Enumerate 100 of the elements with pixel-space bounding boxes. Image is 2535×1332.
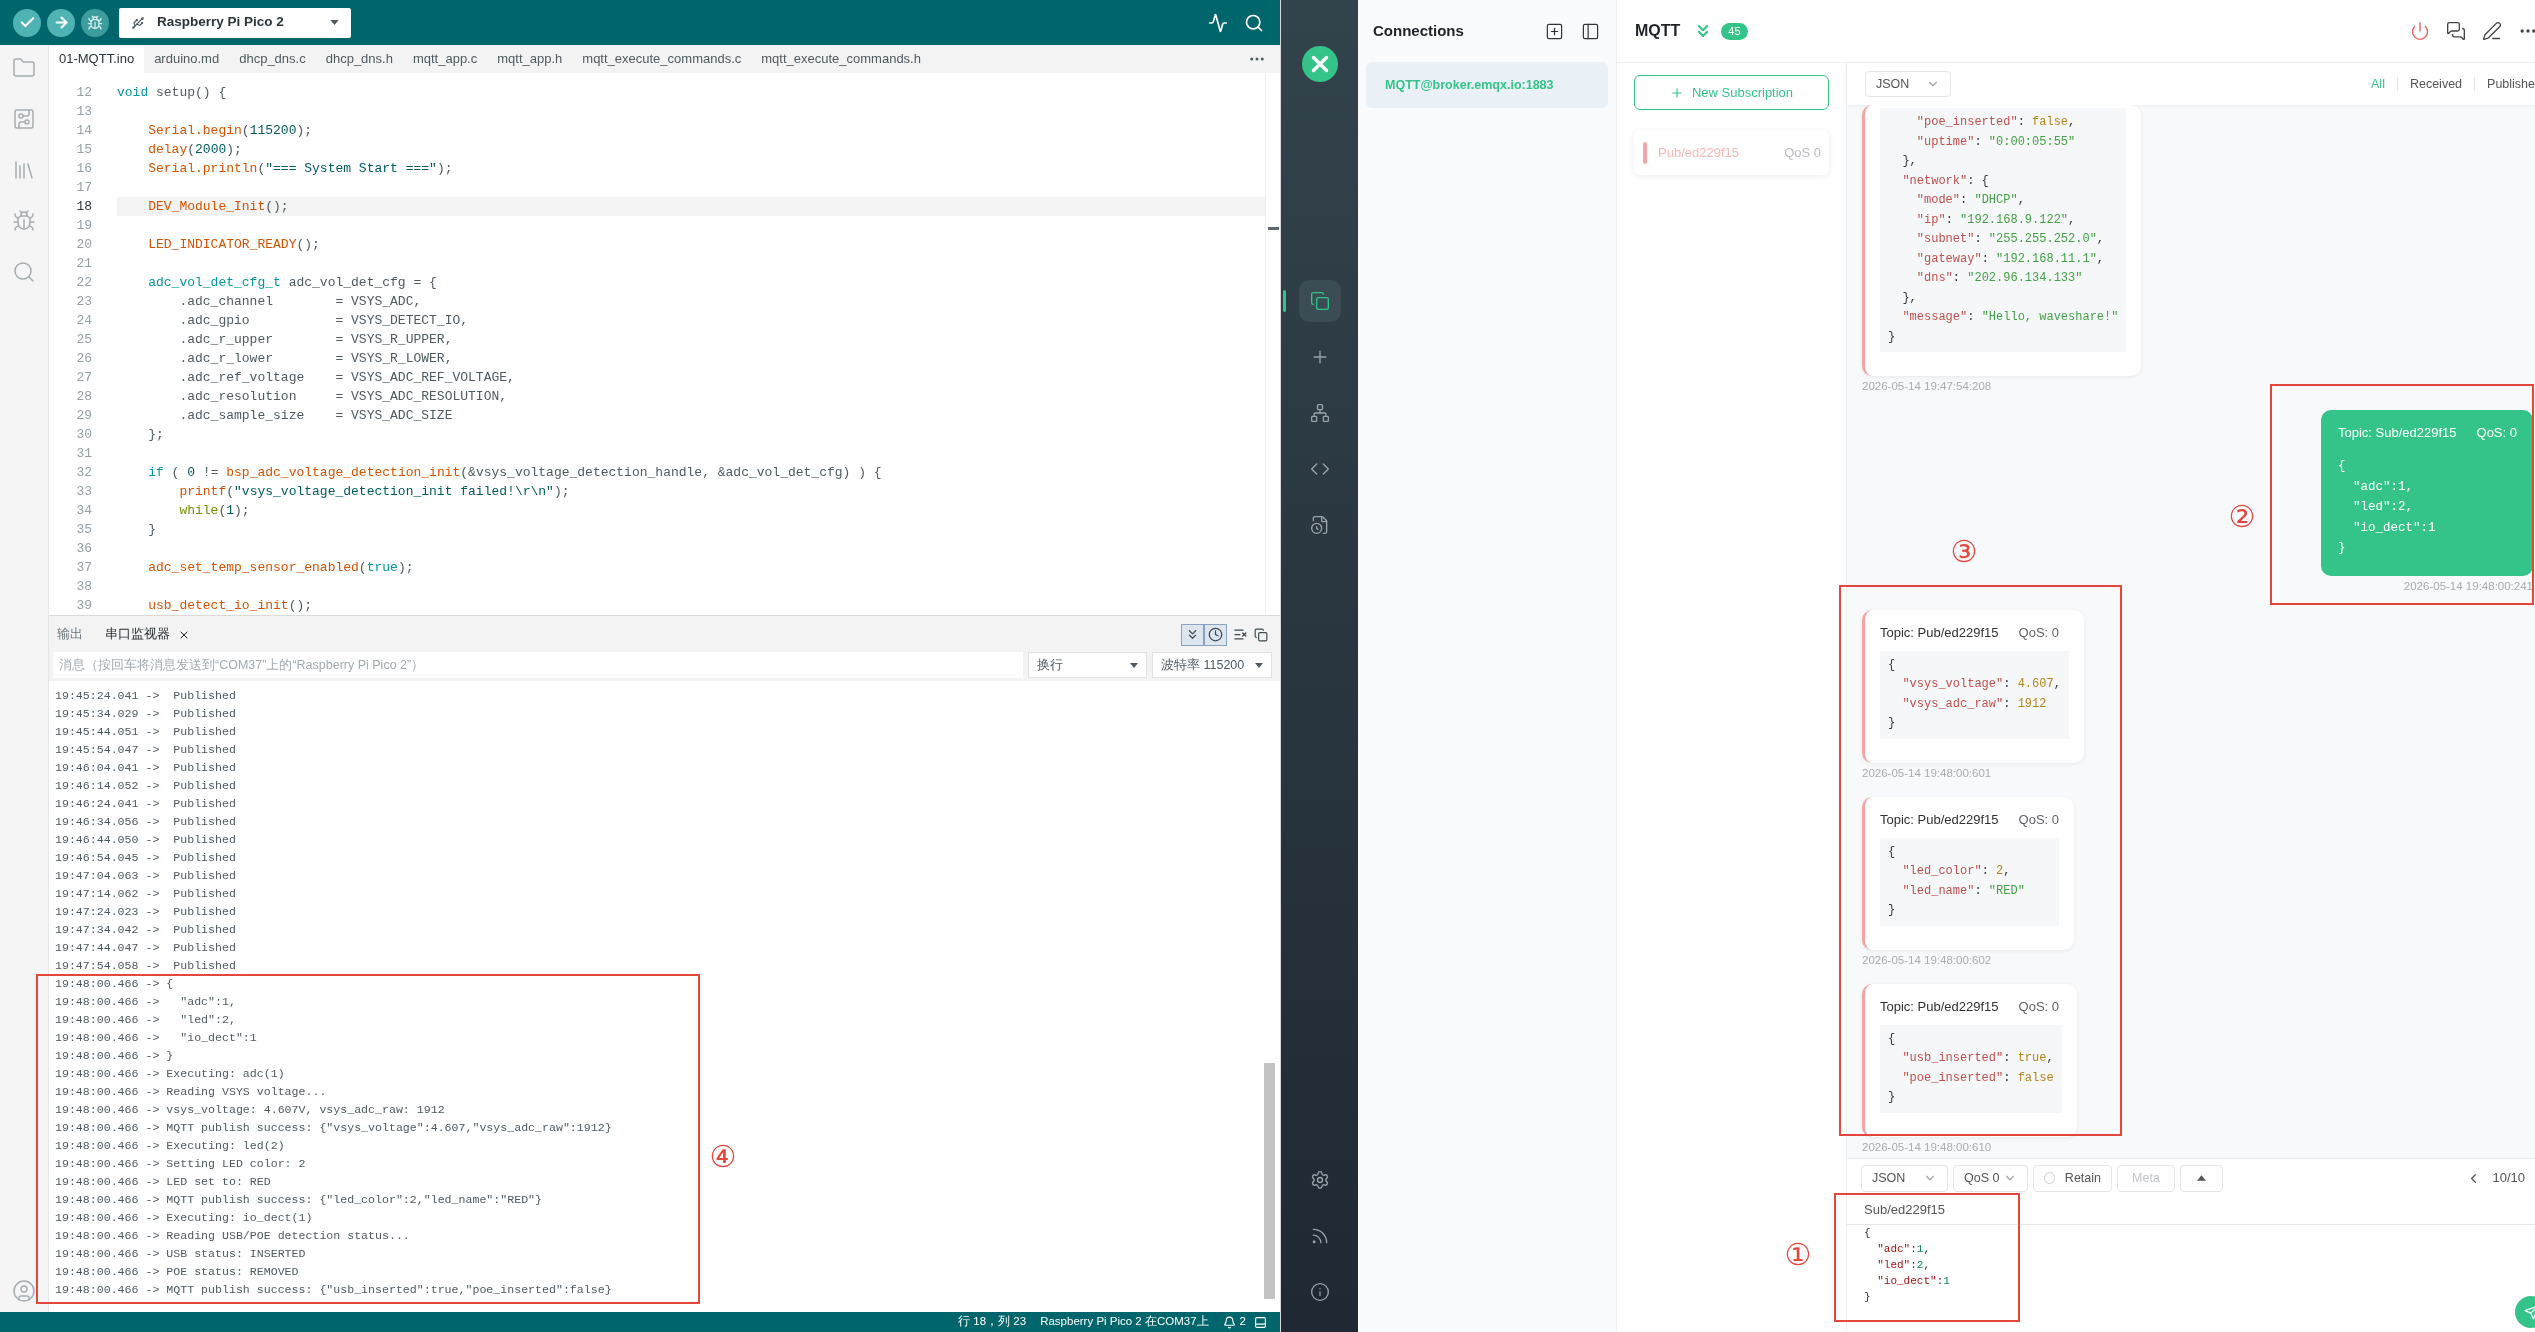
file-tab[interactable]: mqtt_app.c xyxy=(402,45,488,73)
line-number: 20 xyxy=(75,236,92,254)
line-number: 17 xyxy=(75,179,92,197)
plus-square-icon[interactable] xyxy=(1545,21,1564,41)
code-line: usb_detect_io_init(); xyxy=(147,597,314,615)
line-number: 31 xyxy=(75,445,92,463)
file-tab[interactable]: arduino.md xyxy=(144,45,230,73)
caret-icon xyxy=(1130,662,1138,668)
copy-icon[interactable] xyxy=(1254,627,1268,642)
log-line: 19:48:00.466 -> MQTT publish success: {"vsys_voltage":4.607,"vsys_adc_raw":1912} xyxy=(55,1120,612,1136)
code-line: "poe_inserted": false xyxy=(1901,1069,2054,1087)
notification-count: 2 xyxy=(1239,1314,1246,1330)
code-line: "led_color": 2, xyxy=(1901,863,2011,880)
code-line: "poe_inserted": false, xyxy=(1915,114,2076,131)
debug-button[interactable] xyxy=(81,8,109,37)
code-line: void setup() { xyxy=(117,84,228,102)
power-icon[interactable] xyxy=(2410,21,2430,41)
send-icon xyxy=(2523,1304,2535,1320)
pencil-icon[interactable] xyxy=(2482,21,2502,41)
message-qos: QoS: 0 xyxy=(2018,997,2059,1016)
line-number: 18 xyxy=(75,198,92,216)
format-select[interactable]: JSON xyxy=(1865,71,1951,97)
line-number: 21 xyxy=(75,255,92,273)
file-tab[interactable]: mqtt_execute_commands.h xyxy=(751,45,931,73)
log-line: 19:47:04.063 -> Published xyxy=(55,868,236,884)
message-qos: QoS: 0 xyxy=(2476,424,2517,443)
page-indicator: 10/10 xyxy=(2492,1169,2525,1188)
log-line: 19:48:00.466 -> } xyxy=(55,1048,174,1064)
verify-button[interactable] xyxy=(13,8,41,37)
message-topic: Topic: Pub/ed229f15 xyxy=(1880,997,1999,1016)
code-line: LED_INDICATOR_READY(); xyxy=(147,236,321,254)
settings-icon xyxy=(1309,1170,1330,1190)
file-tab[interactable]: dhcp_dns.h xyxy=(315,45,403,73)
qos-select[interactable]: QoS 0 xyxy=(1953,1164,2028,1192)
code-line: "vsys_adc_raw": 1912 xyxy=(1901,695,2047,713)
caret-icon xyxy=(330,20,339,25)
filter-tab[interactable]: Publishe xyxy=(2475,74,2535,94)
triangle-up-icon xyxy=(2197,1175,2206,1181)
code-line: "usb_inserted": true, xyxy=(1901,1050,2054,1067)
log-line: 19:46:34.056 -> Published xyxy=(55,814,236,830)
count-badge: 45 xyxy=(1721,22,1748,40)
subscription-topic: Pub/ed229f15 xyxy=(1658,143,1739,162)
panel-tab[interactable]: 串口监视器 xyxy=(97,622,198,647)
code-line: "dns": "202.96.134.133" xyxy=(1915,270,2083,287)
log-line: 19:47:24.023 -> Published xyxy=(55,904,236,920)
log-line: 19:48:00.466 -> Reading VSYS voltage... xyxy=(55,1084,327,1100)
line-number: 26 xyxy=(75,350,92,368)
log-line: 19:47:54.058 -> Published xyxy=(55,958,236,974)
payload-editor[interactable]: { "adc":1, "led":2, "io_dect":1 } xyxy=(1847,1225,2535,1332)
file-tab[interactable]: mqtt_app.h xyxy=(487,45,573,73)
line-number: 29 xyxy=(75,407,92,425)
bug-icon xyxy=(87,14,103,31)
code-line: "io_dect":1 xyxy=(1876,1274,1950,1289)
bell-icon[interactable] xyxy=(1222,1315,1236,1329)
network-icon xyxy=(1309,403,1330,423)
overview-ruler-mark xyxy=(1268,227,1279,230)
panel-left-icon[interactable] xyxy=(1581,21,1600,41)
rail-nav-button[interactable] xyxy=(1298,280,1341,322)
overlapping-squares-icon xyxy=(1309,291,1330,311)
board-selector[interactable]: Raspberry Pi Pico 2 xyxy=(119,7,351,38)
message-input[interactable]: 消息（按回车将消息发送到“COM37”上的“Raspberry Pi Pico 2”） xyxy=(53,652,1023,678)
panel-tab[interactable]: 输出 xyxy=(49,622,91,647)
code-line: "adc":1, xyxy=(2352,478,2414,496)
baud-rate-select[interactable]: 波特率 115200 xyxy=(1152,652,1272,678)
line-number: 24 xyxy=(75,312,92,330)
line-number: 12 xyxy=(75,84,92,102)
log-line: 19:45:34.029 -> Published xyxy=(55,706,236,722)
panel-title: Connections xyxy=(1373,20,1464,41)
code-line: if ( 0 != bsp_adc_voltage_detection_init(&vsys_voltage_detection_handle, &adc_vol_det_cfg) ) { xyxy=(147,464,883,482)
code-line: }; xyxy=(147,426,165,444)
retain-toggle[interactable]: Retain xyxy=(2033,1164,2112,1192)
magnifier-icon[interactable] xyxy=(1244,12,1264,33)
code-line: { xyxy=(1888,1030,1896,1048)
subscription-qos: QoS 0 xyxy=(1784,143,1821,162)
panel-icon[interactable] xyxy=(1254,1315,1267,1329)
autoscroll-toggle[interactable] xyxy=(1181,623,1204,646)
format-select[interactable]: JSON xyxy=(1861,1164,1948,1192)
list-clear-icon[interactable] xyxy=(1233,627,1248,642)
file-tab[interactable]: dhcp_dns.c xyxy=(229,45,316,73)
line-ending-select[interactable]: 换行 xyxy=(1028,652,1147,678)
log-line: 19:47:44.047 -> Published xyxy=(55,940,236,956)
log-line: 19:48:00.466 -> "adc":1, xyxy=(55,994,236,1010)
timestamp-toggle[interactable] xyxy=(1204,623,1227,646)
pulse-icon[interactable] xyxy=(1208,12,1228,33)
file-tab[interactable]: mqtt_execute_commands.c xyxy=(572,45,752,73)
log-line: 19:45:24.041 -> Published xyxy=(55,688,236,704)
code-line: "vsys_voltage": 4.607, xyxy=(1901,676,2061,693)
log-line: 19:46:04.041 -> Published xyxy=(55,760,236,776)
log-line: 19:48:00.466 -> { xyxy=(55,976,174,992)
filter-tab[interactable]: Received xyxy=(2397,74,2475,94)
log-line: 19:48:00.466 -> Setting LED color: 2 xyxy=(55,1156,306,1172)
info-icon xyxy=(1309,1282,1330,1302)
file-tab[interactable]: 01-MQTT.ino xyxy=(49,45,145,73)
code-line: { xyxy=(2338,458,2346,475)
line-number: 36 xyxy=(75,540,92,558)
chat-icon[interactable] xyxy=(2446,21,2466,41)
code-line: "mode": "DHCP", xyxy=(1915,192,2025,209)
line-number: 22 xyxy=(75,274,92,292)
upload-button[interactable] xyxy=(47,8,75,37)
line-number: 15 xyxy=(75,141,92,159)
